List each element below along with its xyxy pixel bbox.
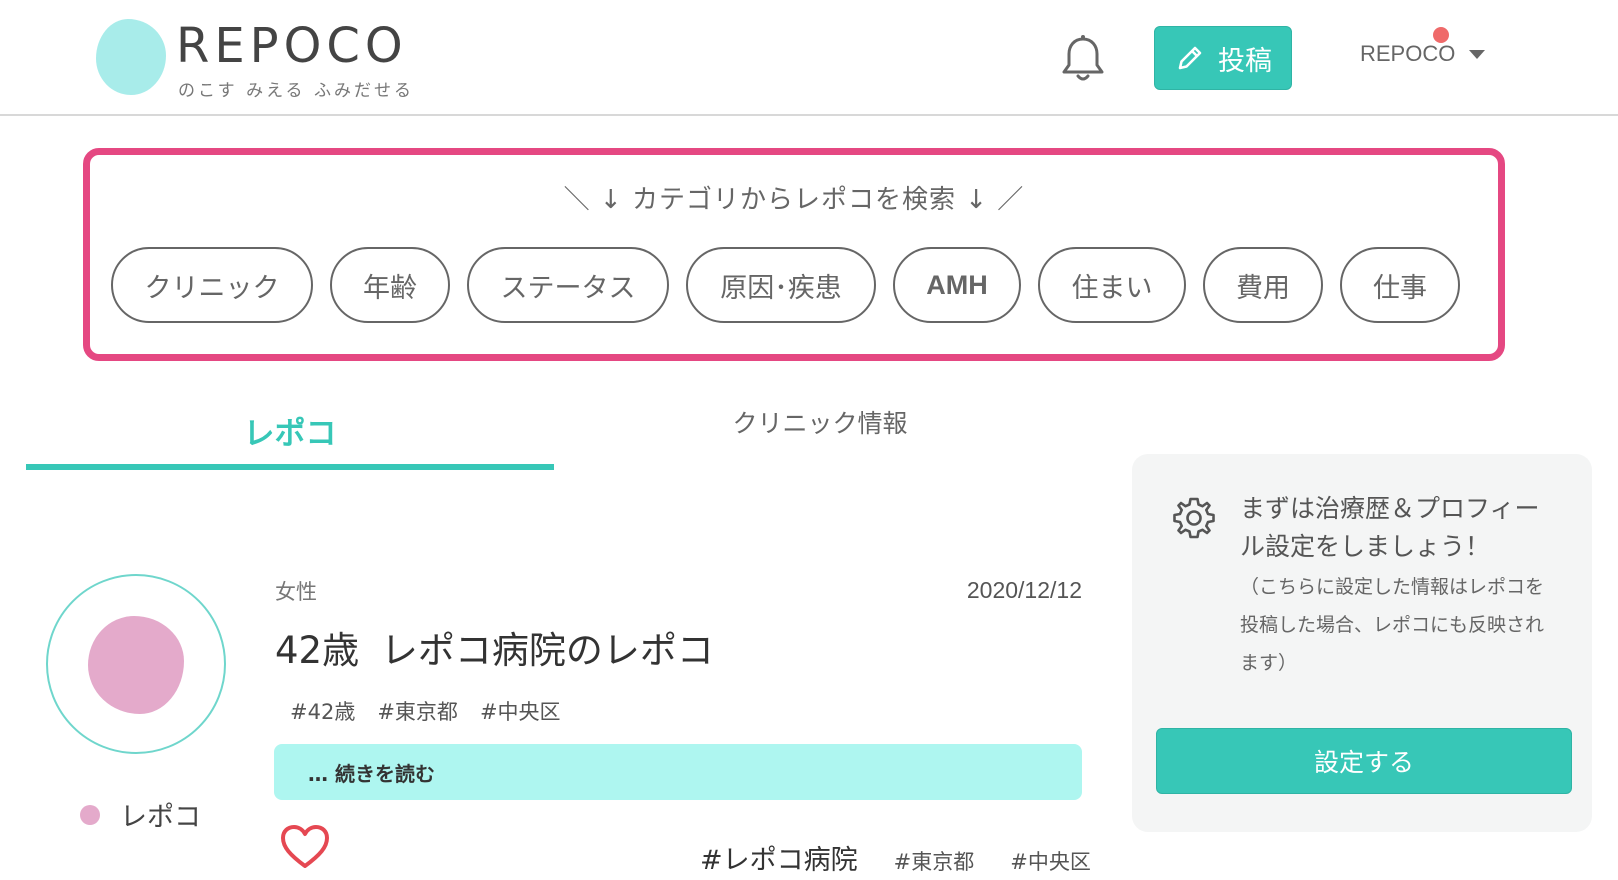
- avatar-image: [88, 616, 184, 714]
- category-amh[interactable]: AMH: [893, 247, 1021, 323]
- author-name[interactable]: レポコ: [120, 795, 201, 834]
- site-header: REPOCO のこす みえる ふみだせる 投稿 REPOCO: [0, 0, 1618, 116]
- tag-link[interactable]: #東京都: [377, 696, 458, 726]
- post-tags: #42歳 #東京都 #中央区: [290, 696, 561, 726]
- logo-tagline: のこす みえる ふみだせる: [178, 81, 414, 101]
- category-work[interactable]: 仕事: [1340, 247, 1460, 323]
- clinic-tag-link[interactable]: #レポコ病院: [700, 838, 858, 877]
- category-cost[interactable]: 費用: [1203, 247, 1323, 323]
- category-search-box: ＼ ↓ カテゴリからレポコを検索 ↓ ／ クリニック 年齢 ステータス 原因･疾…: [83, 148, 1505, 361]
- tag-link[interactable]: #42歳: [290, 696, 355, 726]
- category-list: クリニック 年齢 ステータス 原因･疾患 AMH 住まい 費用 仕事: [111, 247, 1460, 323]
- active-tab-indicator: [26, 464, 554, 470]
- location-tag-link[interactable]: #中央区: [1010, 846, 1091, 876]
- category-clinic[interactable]: クリニック: [111, 247, 313, 323]
- category-status[interactable]: ステータス: [467, 247, 669, 323]
- logo-mark[interactable]: [96, 19, 166, 95]
- author-color-dot: [80, 805, 100, 825]
- tab-repoco[interactable]: レポコ: [26, 408, 554, 453]
- post-button-label: 投稿: [1218, 45, 1272, 77]
- logo-text[interactable]: REPOCO: [176, 18, 408, 74]
- post-button[interactable]: 投稿: [1154, 26, 1292, 90]
- profile-setup-title: まずは治療歴＆プロフィール設定をしましょう！: [1240, 494, 1540, 561]
- post-title[interactable]: 42歳 レポコ病院のレポコ: [275, 620, 714, 674]
- user-name: REPOCO: [1360, 41, 1456, 66]
- profile-setup-note: （こちらに設定した情報はレポコを投稿した場合、レポコにも反映されます）: [1240, 576, 1545, 674]
- location-tag-link[interactable]: #東京都: [894, 846, 975, 876]
- settings-button[interactable]: 設定する: [1156, 728, 1572, 794]
- user-menu[interactable]: REPOCO: [1360, 41, 1486, 67]
- bell-icon[interactable]: [1060, 34, 1106, 84]
- profile-setup-card: まずは治療歴＆プロフィール設定をしましょう！ （こちらに設定した情報はレポコを投…: [1132, 454, 1592, 832]
- notification-badge: [1433, 27, 1449, 43]
- category-cause[interactable]: 原因･疾患: [686, 247, 876, 323]
- gear-icon: [1173, 497, 1215, 539]
- heart-icon[interactable]: [280, 824, 330, 870]
- post-date: 2020/12/12: [966, 577, 1082, 603]
- tag-link[interactable]: #中央区: [480, 696, 561, 726]
- category-age[interactable]: 年齢: [330, 247, 450, 323]
- chevron-down-icon: [1469, 49, 1486, 59]
- category-residence[interactable]: 住まい: [1038, 247, 1186, 323]
- read-more-button[interactable]: … 続きを読む: [274, 744, 1082, 800]
- post-gender: 女性: [275, 580, 317, 604]
- category-search-heading: ＼ ↓ カテゴリからレポコを検索 ↓ ／: [563, 185, 1025, 215]
- pencil-icon: [1178, 46, 1202, 70]
- tab-clinic-info[interactable]: クリニック情報: [560, 404, 1080, 440]
- post-clinic-tags: #レポコ病院 #東京都 #中央区: [700, 838, 1091, 877]
